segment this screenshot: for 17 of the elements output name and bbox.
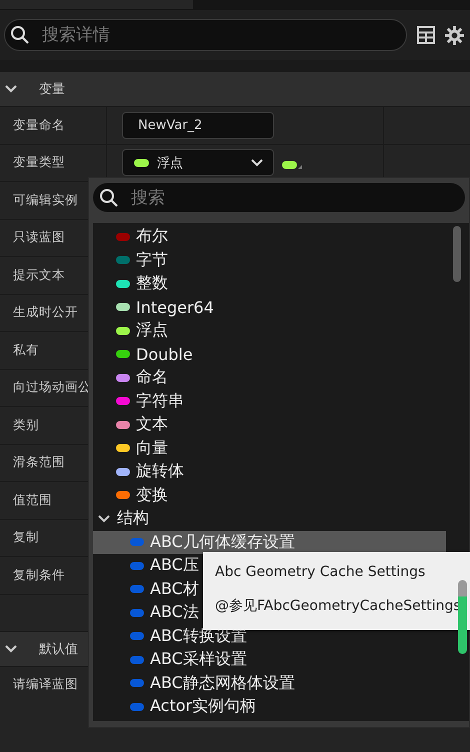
property-label: 值范围 <box>13 492 52 509</box>
property-label: 复制 <box>13 529 39 546</box>
property-label: 滑条范围 <box>13 454 65 472</box>
property-label: 可编辑实例 <box>13 192 78 209</box>
property-label: 私有 <box>13 342 39 359</box>
section-title: 默认值 <box>39 641 78 658</box>
property-label: 只读蓝图 <box>13 229 65 246</box>
property-label: 请编译蓝图 <box>13 676 78 692</box>
property-label: 生成时公开 <box>13 304 78 322</box>
property-label: 变量命名 <box>13 116 65 134</box>
tooltip-title: Abc Geometry Cache Settings <box>215 564 426 580</box>
property-label: 类别 <box>13 416 39 434</box>
tooltip-text: @参见FAbcGeometryCacheSettings <box>215 597 462 615</box>
section-title: 变量 <box>39 81 65 98</box>
property-label: 复制条件 <box>13 566 65 584</box>
property-label: 变量类型 <box>13 154 65 172</box>
property-label: 提示文本 <box>13 266 65 284</box>
